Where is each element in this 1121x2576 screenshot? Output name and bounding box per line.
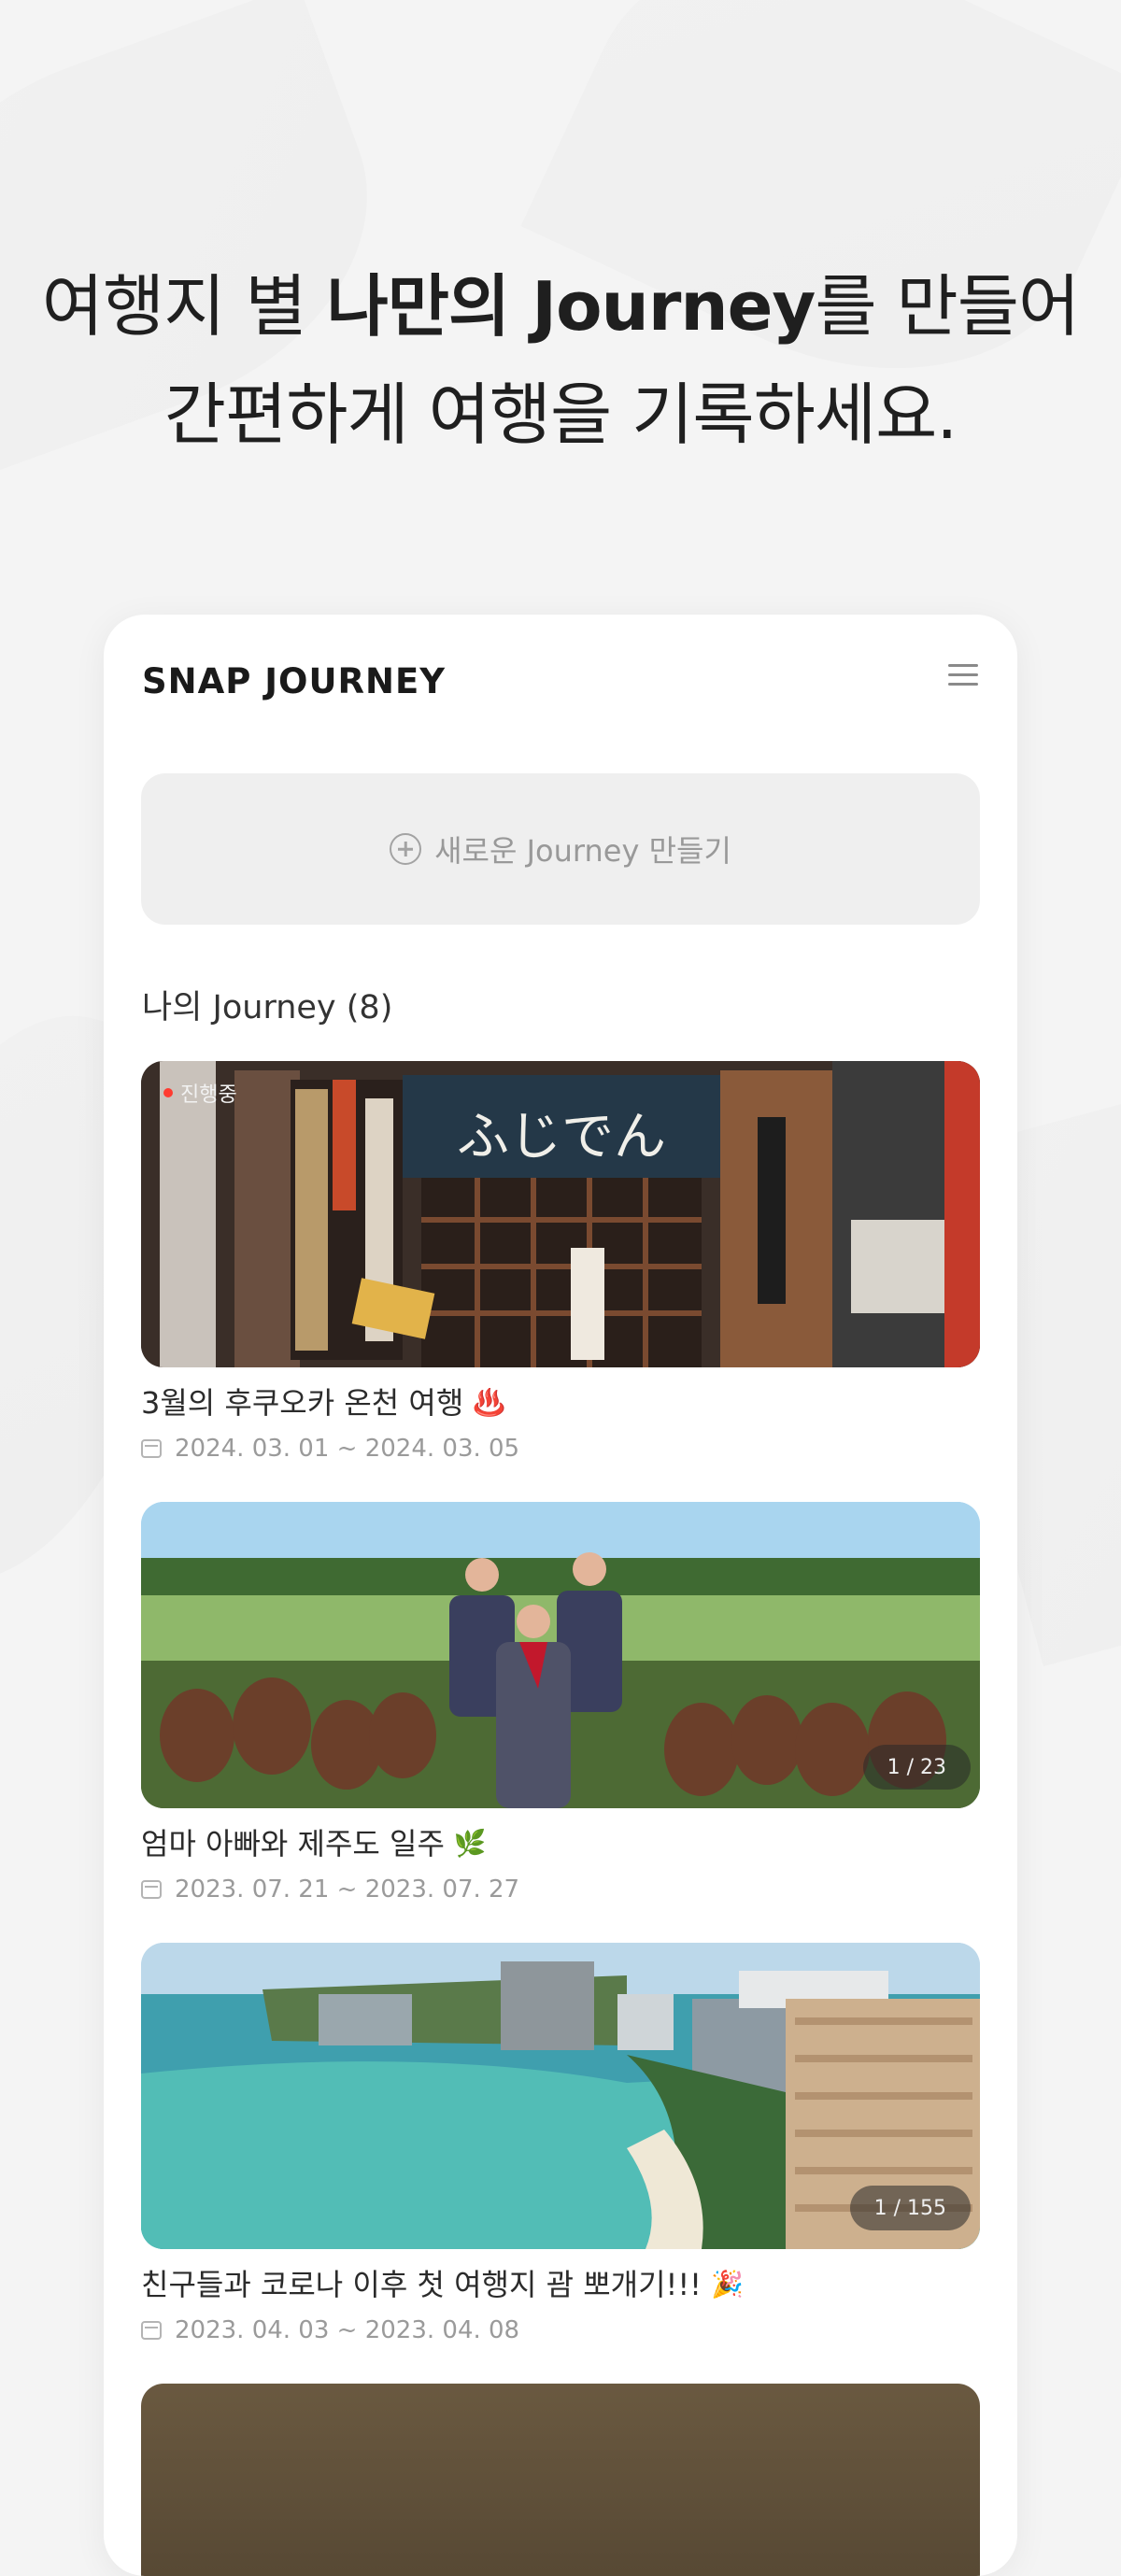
hot-springs-emoji-icon: ♨️ xyxy=(473,1387,506,1418)
journey-dates: 2024. 03. 01 ~ 2024. 03. 05 xyxy=(175,1435,520,1463)
journey-title: 친구들과 코로나 이후 첫 여행지 괌 뽀개기!!! xyxy=(141,2267,702,2302)
journey-title-row: 엄마 아빠와 제주도 일주 🌿 xyxy=(141,1823,980,1864)
journey-card[interactable] xyxy=(141,2384,980,2576)
party-popper-emoji-icon: 🎉 xyxy=(711,2269,744,2300)
my-journey-heading: 나의 Journey (8) xyxy=(142,989,393,1026)
jeju-photo-illustration xyxy=(141,1502,980,1808)
headline-emphasis: 나만의 Journey xyxy=(326,267,816,346)
live-dot-icon xyxy=(163,1088,173,1097)
journey-date-row: 2024. 03. 01 ~ 2024. 03. 05 xyxy=(141,1435,980,1463)
journey-card[interactable]: 1 / 23 엄마 아빠와 제주도 일주 🌿 2023. 07. 21 ~ 20… xyxy=(141,1502,980,1904)
svg-text:ふじでん: ふじでん xyxy=(457,1107,666,1168)
in-progress-badge: 진행중 xyxy=(154,1074,247,1111)
calendar-icon xyxy=(141,1880,162,1899)
journey-thumbnail: ふじでん 진행중 xyxy=(141,1061,980,1367)
new-journey-label: 새로운 Journey 만들기 xyxy=(434,833,731,869)
plus-circle-icon xyxy=(390,833,422,865)
new-journey-button[interactable]: 새로운 Journey 만들기 xyxy=(141,773,980,925)
calendar-icon xyxy=(141,2321,162,2340)
journey-date-row: 2023. 07. 21 ~ 2023. 07. 27 xyxy=(141,1875,980,1904)
journey-title-row: 친구들과 코로나 이후 첫 여행지 괌 뽀개기!!! 🎉 xyxy=(141,2264,980,2305)
journey-card[interactable]: ふじでん 진행중 3월의 후쿠오카 온천 여행 ♨️ 2024. 03. 01 … xyxy=(141,1061,980,1463)
journey-date-row: 2023. 04. 03 ~ 2023. 04. 08 xyxy=(141,2316,980,2344)
badge-label: 진행중 xyxy=(180,1083,237,1107)
journey-title: 3월의 후쿠오카 온천 여행 xyxy=(141,1385,464,1421)
herb-emoji-icon: 🌿 xyxy=(453,1828,487,1859)
headline-line-1: 여행지 별 나만의 Journey를 만들어 xyxy=(0,252,1121,361)
journey-title-row: 3월의 후쿠오카 온천 여행 ♨️ xyxy=(141,1382,980,1423)
calendar-icon xyxy=(141,1439,162,1458)
shop-photo-illustration: ふじでん xyxy=(141,1061,980,1367)
photo-counter: 1 / 23 xyxy=(862,1745,971,1790)
app-title: SNAP JOURNEY xyxy=(142,661,447,701)
headline-text: 를 만들어 xyxy=(815,267,1080,346)
app-screen: SNAP JOURNEY 새로운 Journey 만들기 나의 Journey … xyxy=(104,615,1017,2576)
journey-thumbnail xyxy=(141,2384,980,2576)
journey-title: 엄마 아빠와 제주도 일주 xyxy=(141,1826,445,1861)
photo-counter: 1 / 155 xyxy=(849,2186,971,2230)
journey-dates: 2023. 07. 21 ~ 2023. 07. 27 xyxy=(175,1875,520,1904)
headline-text: 여행지 별 xyxy=(41,267,327,346)
promo-headline: 여행지 별 나만의 Journey를 만들어 간편하게 여행을 기록하세요. xyxy=(0,252,1121,469)
journey-thumbnail: 1 / 23 xyxy=(141,1502,980,1808)
headline-line-2: 간편하게 여행을 기록하세요. xyxy=(163,375,958,454)
hamburger-menu-icon[interactable] xyxy=(944,657,982,694)
journey-thumbnail: 1 / 155 xyxy=(141,1943,980,2249)
journey-card[interactable]: 1 / 155 친구들과 코로나 이후 첫 여행지 괌 뽀개기!!! 🎉 202… xyxy=(141,1943,980,2344)
journey-dates: 2023. 04. 03 ~ 2023. 04. 08 xyxy=(175,2316,520,2344)
